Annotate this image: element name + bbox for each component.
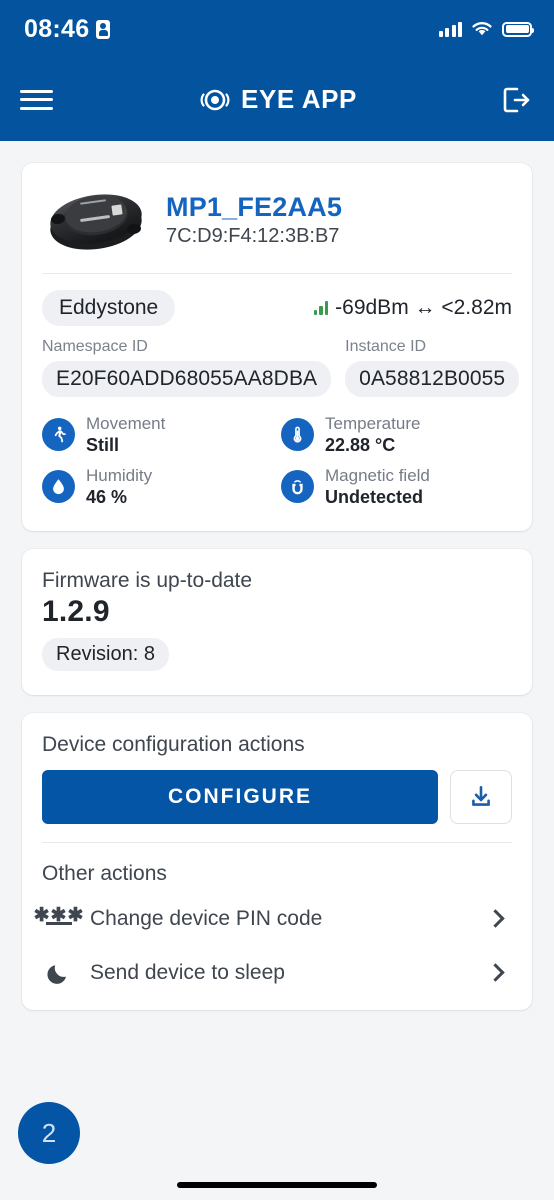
eye-logo-icon	[200, 89, 230, 110]
sensor-label: Temperature	[325, 414, 421, 433]
moon-icon	[44, 961, 74, 985]
other-actions-title: Other actions	[42, 861, 167, 885]
sensor-magnetic-field: Magnetic field Undetected	[281, 465, 512, 509]
protocol-badge: Eddystone	[42, 290, 176, 326]
sensor-value: 46 %	[86, 487, 128, 507]
pin-code-icon: ✱✱✱	[33, 905, 85, 927]
firmware-version: 1.2.9	[42, 594, 110, 628]
device-count-fab[interactable]: 2	[18, 1102, 80, 1164]
chevron-right-icon	[486, 963, 505, 982]
action-label: Change device PIN code	[90, 906, 323, 930]
beacon-device-photo	[42, 185, 150, 255]
water-drop-icon	[42, 470, 75, 504]
signal-strength: -69dBm ↔ <2.82m	[313, 296, 512, 320]
namespace-id-block: Namespace ID E20F60ADD68055AA8DBA	[42, 338, 332, 397]
app-bar: EYE APP	[0, 58, 554, 141]
app-brand: EYE APP	[198, 84, 357, 115]
actions-card: Device configuration actions CONFIGURE O…	[22, 712, 532, 1010]
sensor-label: Movement	[86, 414, 166, 433]
hamburger-menu-icon[interactable]	[20, 88, 53, 112]
device-name[interactable]: MP1_FE2AA5	[166, 192, 342, 223]
actions-body: Device configuration actions CONFIGURE O…	[22, 713, 532, 1010]
running-person-icon	[42, 418, 75, 452]
sensor-humidity-text: Humidity 46 %	[86, 465, 152, 509]
app-title: EYE APP	[241, 84, 357, 114]
cellular-signal-icon	[438, 21, 462, 37]
namespace-id-value: E20F60ADD68055AA8DBA	[42, 361, 332, 397]
instance-id-value: 0A58812B0055	[345, 361, 520, 397]
status-bar-left: 08:46	[24, 14, 111, 44]
status-bar-right	[438, 21, 534, 37]
download-config-button[interactable]	[450, 769, 512, 824]
config-actions-title: Device configuration actions	[42, 732, 305, 756]
status-bar: 08:46	[0, 0, 554, 58]
action-change-pin[interactable]: ✱✱✱ Change device PIN code	[33, 892, 512, 946]
firmware-status: Firmware is up-to-date	[42, 568, 253, 592]
logout-icon[interactable]	[502, 86, 532, 114]
sensor-magnetic-text: Magnetic field Undetected	[325, 465, 430, 509]
sensor-temperature-text: Temperature 22.88 °C	[325, 413, 420, 457]
device-header: MP1_FE2AA5 7C:D9:F4:12:3B:B7	[22, 163, 532, 273]
signal-bars-icon	[313, 301, 329, 315]
device-mac-address: 7C:D9:F4:12:3B:B7	[166, 225, 340, 248]
wifi-icon	[472, 22, 492, 36]
instance-id-block: Instance ID 0A58812B0055	[345, 338, 520, 397]
instance-id-label: Instance ID	[345, 338, 427, 355]
sensor-value: Still	[86, 435, 120, 456]
signal-strength-text: -69dBm ↔ <2.82m	[335, 296, 512, 319]
beacon-summary-row: Eddystone -69dBm ↔ <2.82m	[22, 274, 532, 326]
home-indicator	[177, 1182, 377, 1188]
firmware-body: Firmware is up-to-date 1.2.9 Revision: 8	[22, 549, 532, 695]
page-content: MP1_FE2AA5 7C:D9:F4:12:3B:B7 Eddystone -…	[0, 141, 554, 1010]
action-send-to-sleep[interactable]: Send device to sleep	[42, 946, 512, 1000]
config-actions-row: CONFIGURE	[42, 769, 512, 824]
namespace-id-label: Namespace ID	[42, 338, 148, 355]
chevron-right-icon	[486, 909, 505, 928]
device-card: MP1_FE2AA5 7C:D9:F4:12:3B:B7 Eddystone -…	[22, 163, 532, 531]
sensor-movement: Movement Still	[42, 413, 273, 457]
thermometer-icon	[281, 418, 314, 452]
sensor-grid: Movement Still Temperature 22.88 °C Humi…	[22, 397, 532, 531]
sensor-temperature: Temperature 22.88 °C	[281, 413, 512, 457]
magnet-icon	[281, 470, 314, 504]
action-label: Send device to sleep	[90, 960, 285, 984]
beacon-ids: Namespace ID E20F60ADD68055AA8DBA Instan…	[22, 326, 532, 397]
download-icon	[472, 785, 490, 806]
id-badge-icon	[96, 19, 111, 39]
sensor-value: Undetected	[325, 487, 424, 507]
status-bar-clock: 08:46	[24, 14, 90, 43]
sensor-value: 22.88 °C	[325, 435, 396, 456]
sensor-movement-text: Movement Still	[86, 413, 165, 457]
sensor-humidity: Humidity 46 %	[42, 465, 273, 509]
sensor-label: Magnetic field	[325, 465, 430, 485]
battery-full-icon	[502, 21, 534, 37]
firmware-card: Firmware is up-to-date 1.2.9 Revision: 8	[22, 548, 532, 695]
configure-button[interactable]: CONFIGURE	[42, 769, 438, 824]
firmware-revision-badge: Revision: 8	[42, 637, 169, 671]
sensor-label: Humidity	[86, 465, 153, 485]
device-identity: MP1_FE2AA5 7C:D9:F4:12:3B:B7	[166, 192, 342, 248]
